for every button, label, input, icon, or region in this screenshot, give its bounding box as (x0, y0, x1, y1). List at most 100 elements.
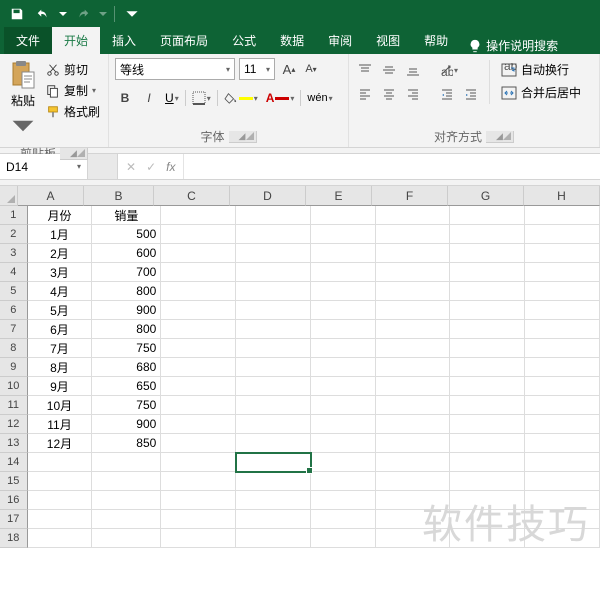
column-header-A[interactable]: A (18, 186, 84, 206)
cell-A15[interactable] (28, 472, 93, 491)
cell-G1[interactable] (450, 206, 525, 225)
row-header[interactable]: 6 (0, 301, 28, 320)
cell-H15[interactable] (525, 472, 600, 491)
cell-C9[interactable] (161, 358, 236, 377)
cell-D5[interactable] (236, 282, 311, 301)
cell-D3[interactable] (236, 244, 311, 263)
row-header[interactable]: 16 (0, 491, 28, 510)
paste-button[interactable]: 粘贴 (6, 58, 40, 143)
cell-B17[interactable] (92, 510, 161, 529)
row-header[interactable]: 5 (0, 282, 28, 301)
cell-E3[interactable] (311, 244, 376, 263)
column-header-C[interactable]: C (154, 186, 230, 206)
tab-view[interactable]: 视图 (364, 27, 412, 54)
cell-D17[interactable] (236, 510, 311, 529)
cell-E2[interactable] (311, 225, 376, 244)
align-right-button[interactable] (403, 84, 423, 104)
cell-G18[interactable] (450, 529, 525, 548)
cell-C17[interactable] (161, 510, 236, 529)
cell-G4[interactable] (450, 263, 525, 282)
decrease-indent-button[interactable] (437, 84, 457, 104)
cell-F10[interactable] (376, 377, 451, 396)
cell-H7[interactable] (525, 320, 600, 339)
customize-qat-button[interactable] (121, 3, 143, 25)
cell-B13[interactable]: 850 (92, 434, 161, 453)
row-header[interactable]: 7 (0, 320, 28, 339)
cell-C3[interactable] (161, 244, 236, 263)
name-box-resize[interactable] (88, 154, 118, 179)
row-header[interactable]: 13 (0, 434, 28, 453)
row-header[interactable]: 17 (0, 510, 28, 529)
tab-page-layout[interactable]: 页面布局 (148, 27, 220, 54)
cell-F13[interactable] (376, 434, 451, 453)
cell-F16[interactable] (376, 491, 451, 510)
cell-F15[interactable] (376, 472, 451, 491)
cell-C14[interactable] (161, 453, 236, 472)
tell-me[interactable]: 操作说明搜索 (460, 37, 566, 54)
cell-F17[interactable] (376, 510, 451, 529)
row-header[interactable]: 1 (0, 206, 28, 225)
cell-E11[interactable] (311, 396, 376, 415)
cell-D8[interactable] (236, 339, 311, 358)
copy-button[interactable]: 复制 ▾ (44, 81, 102, 100)
align-center-button[interactable] (379, 84, 399, 104)
column-header-F[interactable]: F (372, 186, 448, 206)
format-painter-button[interactable]: 格式刷 (44, 102, 102, 121)
cell-F8[interactable] (376, 339, 451, 358)
border-button[interactable]: ▾ (190, 91, 213, 105)
cell-B11[interactable]: 750 (92, 396, 161, 415)
dialog-launcher-icon[interactable]: ◢ (60, 148, 88, 160)
row-header[interactable]: 14 (0, 453, 28, 472)
cell-A4[interactable]: 3月 (28, 263, 93, 282)
orientation-button[interactable]: ab▾ (437, 60, 460, 80)
cell-C6[interactable] (161, 301, 236, 320)
row-header[interactable]: 18 (0, 529, 28, 548)
font-color-button[interactable]: A▾ (264, 91, 297, 105)
cell-H11[interactable] (525, 396, 600, 415)
cell-C12[interactable] (161, 415, 236, 434)
cell-G9[interactable] (450, 358, 525, 377)
cell-G5[interactable] (450, 282, 525, 301)
cell-F11[interactable] (376, 396, 451, 415)
decrease-font-button[interactable]: A▾ (301, 59, 321, 79)
cell-A13[interactable]: 12月 (28, 434, 93, 453)
phonetic-button[interactable]: wén▾ (305, 92, 334, 104)
cell-F4[interactable] (376, 263, 451, 282)
tab-review[interactable]: 审阅 (316, 27, 364, 54)
cell-C16[interactable] (161, 491, 236, 510)
cell-A3[interactable]: 2月 (28, 244, 93, 263)
row-header[interactable]: 8 (0, 339, 28, 358)
cell-B6[interactable]: 900 (92, 301, 161, 320)
cell-H13[interactable] (525, 434, 600, 453)
cell-F12[interactable] (376, 415, 451, 434)
cell-D2[interactable] (236, 225, 311, 244)
formula-input[interactable] (184, 154, 600, 179)
cut-button[interactable]: 剪切 (44, 60, 102, 79)
cell-B8[interactable]: 750 (92, 339, 161, 358)
cell-G12[interactable] (450, 415, 525, 434)
cell-F5[interactable] (376, 282, 451, 301)
cell-E15[interactable] (311, 472, 376, 491)
cell-B4[interactable]: 700 (92, 263, 161, 282)
row-header[interactable]: 9 (0, 358, 28, 377)
cell-E17[interactable] (311, 510, 376, 529)
tab-data[interactable]: 数据 (268, 27, 316, 54)
increase-font-button[interactable]: A▴ (279, 59, 299, 79)
cell-E13[interactable] (311, 434, 376, 453)
cell-H10[interactable] (525, 377, 600, 396)
cell-D14[interactable] (236, 453, 311, 472)
cell-A11[interactable]: 10月 (28, 396, 93, 415)
cell-F7[interactable] (376, 320, 451, 339)
font-size-select[interactable]: 11▾ (239, 58, 275, 80)
cell-H9[interactable] (525, 358, 600, 377)
cell-G11[interactable] (450, 396, 525, 415)
cell-C10[interactable] (161, 377, 236, 396)
cell-G17[interactable] (450, 510, 525, 529)
cell-E6[interactable] (311, 301, 376, 320)
cell-A14[interactable] (28, 453, 93, 472)
cell-G10[interactable] (450, 377, 525, 396)
insert-function-button[interactable]: fx (166, 160, 175, 174)
cell-D7[interactable] (236, 320, 311, 339)
row-header[interactable]: 3 (0, 244, 28, 263)
cell-A18[interactable] (28, 529, 93, 548)
